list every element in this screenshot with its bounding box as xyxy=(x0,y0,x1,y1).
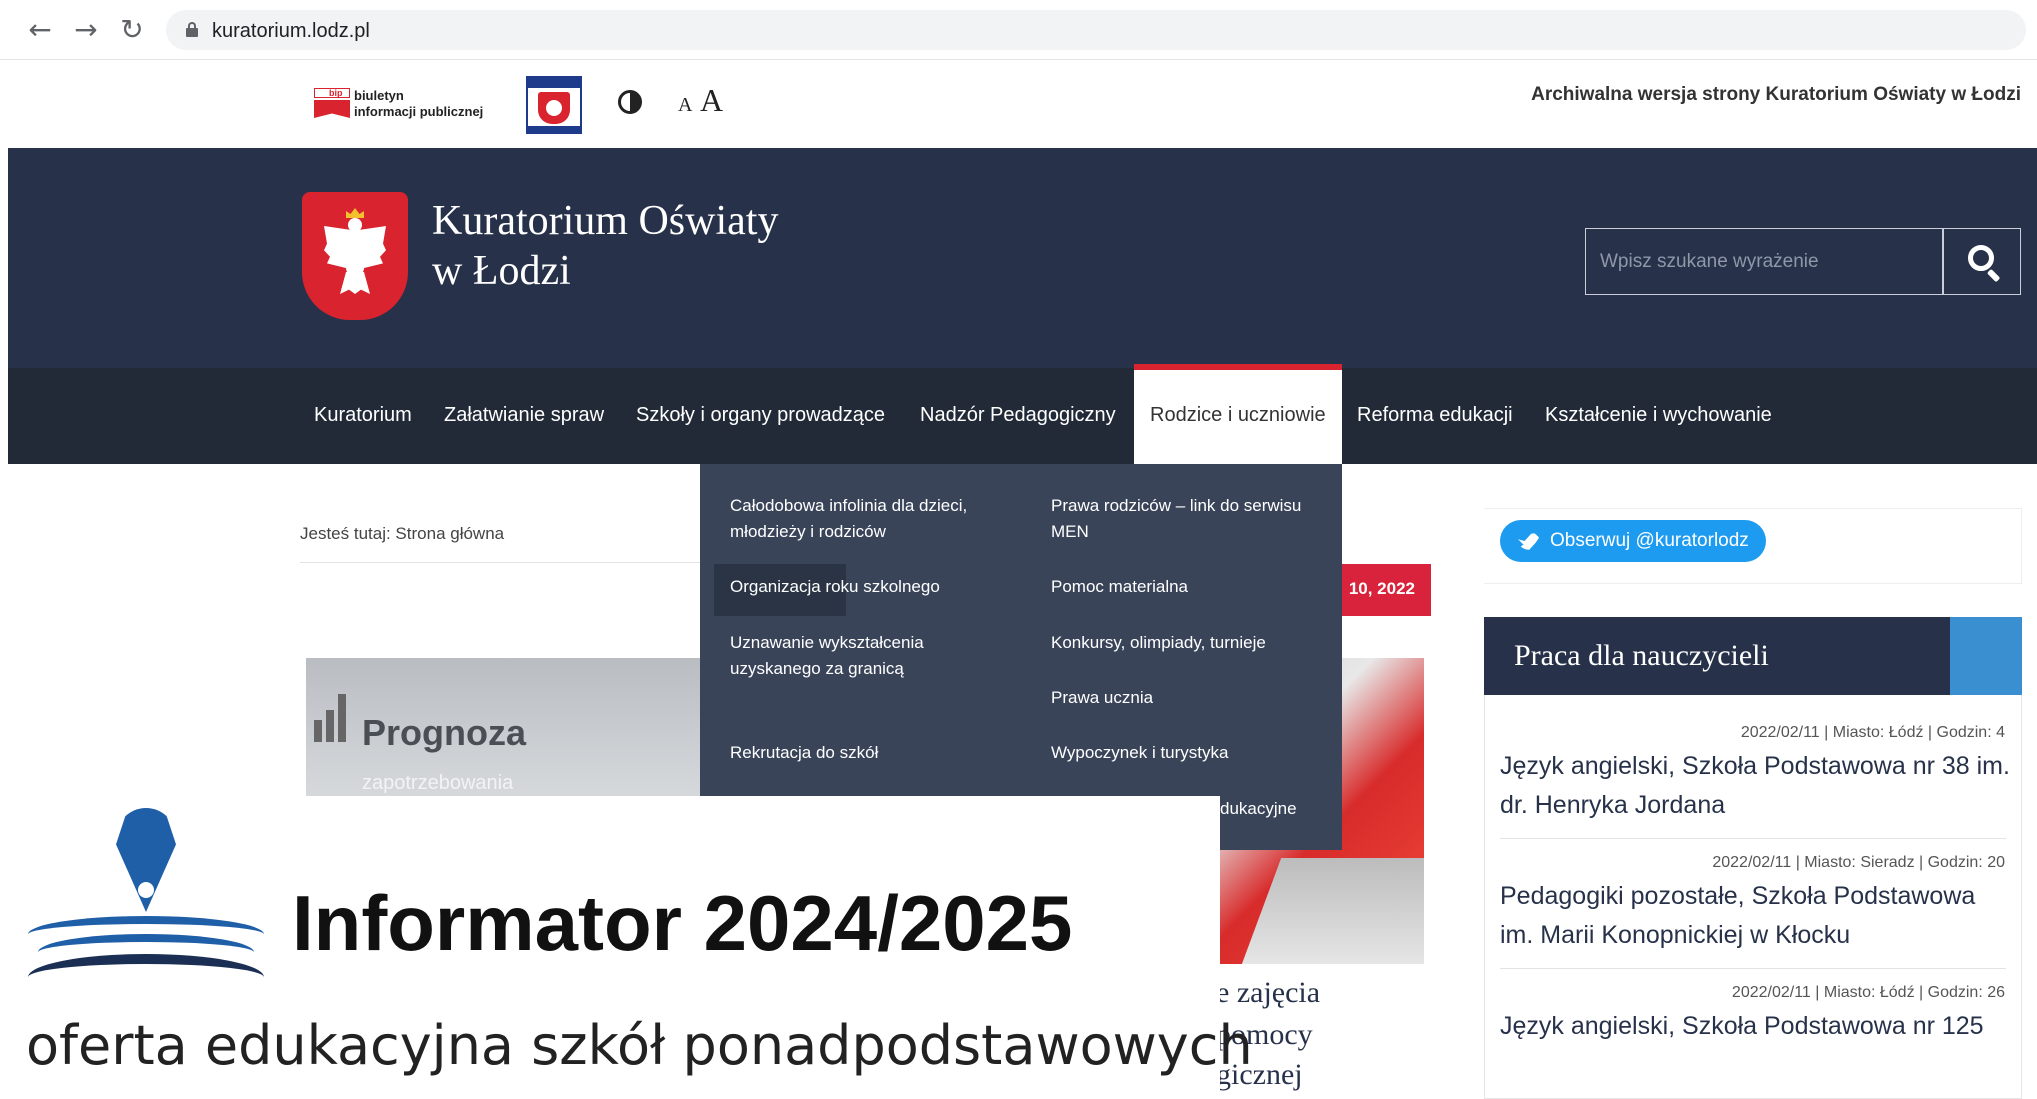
nav-item-reforma[interactable]: Reforma edukacji xyxy=(1357,404,1513,427)
site-title-line1: Kuratorium Oświaty xyxy=(432,198,779,244)
nav-item-ksztalcenie[interactable]: Kształcenie i wychowanie xyxy=(1545,404,1772,427)
bip-logo[interactable]: bip biuletyn informacji publicznej xyxy=(314,84,494,128)
date-badge-text: 10, 2022 xyxy=(1348,579,1415,598)
archive-notice: Archiwalna wersja strony Kuratorium Oświ… xyxy=(1531,84,2021,105)
dropdown-item-rekrutacja[interactable]: Rekrutacja do szkół xyxy=(730,740,1000,766)
nav-item-rodzice[interactable]: Rodzice i uczniowie xyxy=(1150,404,1326,427)
nav-item-nadzor[interactable]: Nadzór Pedagogiczny xyxy=(920,404,1116,427)
dropdown-item-konkursy[interactable]: Konkursy, olimpiady, turnieje xyxy=(1051,630,1321,656)
bar-chart-icon xyxy=(314,692,350,742)
dropdown-item-organizacja-roku[interactable]: Organizacja roku szkolnego xyxy=(730,574,1000,600)
job-title[interactable]: Język angielski, Szkoła Podstawowa nr 12… xyxy=(1500,1007,2010,1046)
informator-title: Informator 2024/2025 xyxy=(292,879,1073,967)
job-separator xyxy=(1500,838,2006,839)
dropdown-item-partial[interactable]: dukacyjne xyxy=(1220,796,1342,822)
bip-line2: informacji publicznej xyxy=(354,104,484,119)
breadcrumb: Jesteś tutaj: Strona główna xyxy=(300,524,505,543)
reload-icon[interactable]: ↻ xyxy=(116,14,148,46)
job-separator xyxy=(1500,968,2006,969)
civil-service-logo[interactable] xyxy=(526,76,582,134)
image-title: Prognoza xyxy=(362,712,527,753)
twitter-bird-icon xyxy=(1518,532,1540,550)
nav-item-szkoly[interactable]: Szkoły i organy prowadzące xyxy=(636,404,885,427)
forward-icon[interactable]: → xyxy=(70,14,102,46)
nav-item-zalatwianie-spraw[interactable]: Załatwianie spraw xyxy=(444,404,604,427)
url-text[interactable]: kuratorium.lodz.pl xyxy=(212,20,370,43)
address-bar[interactable] xyxy=(166,10,2026,50)
jobs-heading: Praca dla nauczycieli xyxy=(1484,617,1950,695)
image-subtitle: zapotrzebowania xyxy=(362,772,514,794)
book-pen-logo-icon xyxy=(28,808,264,994)
back-icon[interactable]: ← xyxy=(24,14,56,46)
search-box xyxy=(1585,228,1943,295)
contrast-icon[interactable] xyxy=(618,90,642,114)
job-title[interactable]: Język angielski, Szkoła Podstawowa nr 38… xyxy=(1500,747,2010,825)
dropdown-item-infolinia[interactable]: Całodobowa infolinia dla dzieci, młodzie… xyxy=(730,493,1000,545)
job-meta: 2022/02/11 | Miasto: Łódź | Godzin: 4 xyxy=(1740,724,2005,741)
coat-of-arms-logo[interactable] xyxy=(302,192,408,320)
lock-icon[interactable] xyxy=(186,22,198,37)
twitter-follow-button[interactable]: Obserwuj @kuratorlodz xyxy=(1500,520,1766,562)
nav-item-kuratorium[interactable]: Kuratorium xyxy=(314,404,412,427)
job-meta: 2022/02/11 | Miasto: Sieradz | Godzin: 2… xyxy=(1712,854,2005,871)
dropdown-item-uznawanie[interactable]: Uznawanie wykształcenia uzyskanego za gr… xyxy=(730,630,1000,682)
dropdown-item-wypoczynek[interactable]: Wypoczynek i turystyka xyxy=(1051,740,1321,766)
twitter-follow-label: Obserwuj @kuratorlodz xyxy=(1550,530,1749,551)
dropdown-item-prawa-ucznia[interactable]: Prawa ucznia xyxy=(1051,685,1321,711)
informator-subtitle: oferta edukacyjna szkół ponadpodstawowyc… xyxy=(26,1014,1253,1077)
site-title[interactable]: Kuratorium Oświaty w Łodzi xyxy=(432,196,778,296)
dropdown-item-prawa-rodzicow[interactable]: Prawa rodziców – link do serwisu MEN xyxy=(1051,493,1321,545)
breadcrumb-divider xyxy=(300,562,700,563)
bip-flag-icon: bip xyxy=(314,88,350,122)
font-increase-button[interactable]: A xyxy=(700,82,723,119)
jobs-heading-text: Praca dla nauczycieli xyxy=(1514,639,1769,672)
search-input[interactable] xyxy=(1586,229,1942,294)
job-meta: 2022/02/11 | Miasto: Łódź | Godzin: 26 xyxy=(1731,984,2005,1001)
news-image-prognoza[interactable]: Prognoza zapotrzebowania xyxy=(306,658,702,798)
eagle-icon xyxy=(324,208,386,298)
search-button[interactable] xyxy=(1943,228,2021,295)
jobs-heading-accent xyxy=(1950,617,2022,695)
job-title[interactable]: Pedagogiki pozostałe, Szkoła Podstawowa … xyxy=(1500,877,2010,955)
news-text-line1[interactable]: e zajęcia xyxy=(1216,976,1320,1010)
font-decrease-button[interactable]: A xyxy=(678,94,692,117)
dropdown-item-pomoc-materialna[interactable]: Pomoc materialna xyxy=(1051,574,1321,600)
site-title-line2: w Łodzi xyxy=(432,248,571,294)
bip-line1: biuletyn xyxy=(354,88,404,103)
